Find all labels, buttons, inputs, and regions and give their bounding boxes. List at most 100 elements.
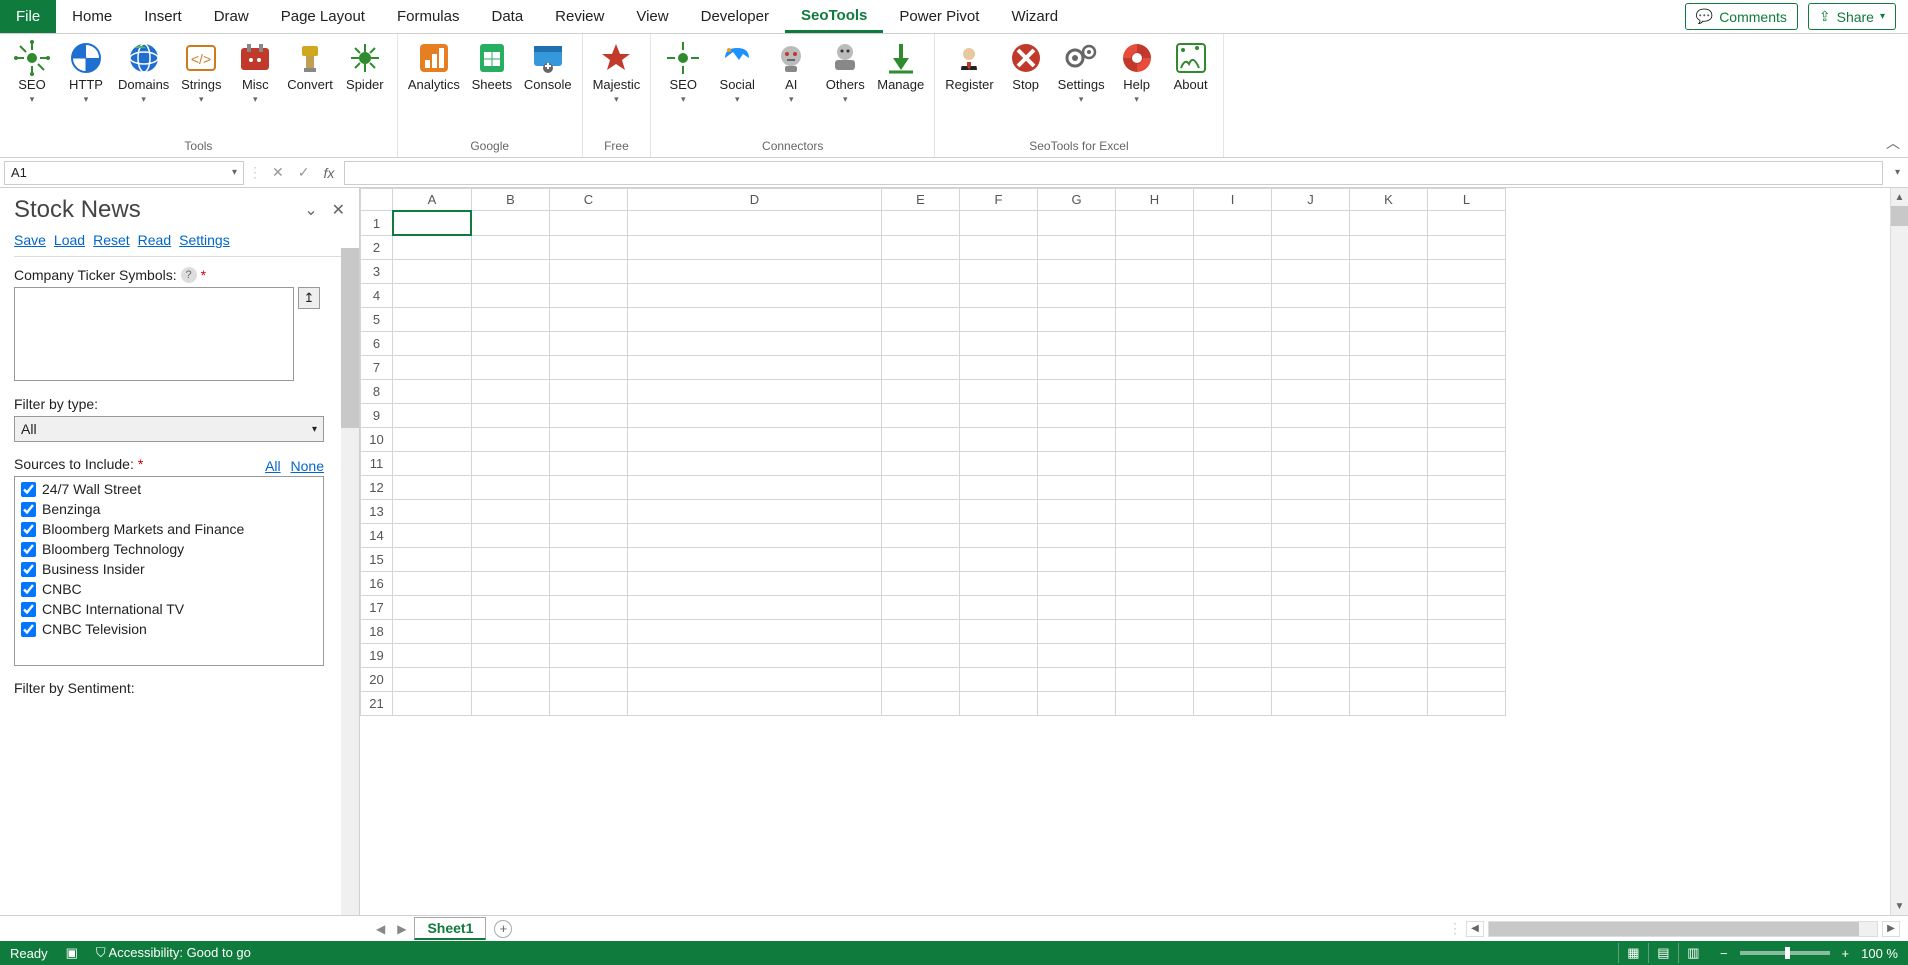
ribbon-settings[interactable]: Settings▾ [1056, 38, 1107, 107]
cell[interactable] [1272, 356, 1350, 380]
cell[interactable] [1194, 380, 1272, 404]
cell[interactable] [1116, 644, 1194, 668]
cell[interactable] [1194, 452, 1272, 476]
cell[interactable] [1272, 308, 1350, 332]
cell[interactable] [1272, 452, 1350, 476]
cell[interactable] [628, 380, 882, 404]
cell[interactable] [550, 284, 628, 308]
cell[interactable] [960, 284, 1038, 308]
cell[interactable] [1194, 668, 1272, 692]
source-item[interactable]: Bloomberg Technology [17, 539, 321, 559]
cell[interactable] [1038, 380, 1116, 404]
row-header[interactable]: 6 [361, 332, 393, 356]
ribbon-seo2[interactable]: SEO▾ [659, 38, 707, 107]
cell[interactable] [1428, 332, 1506, 356]
cell[interactable] [1038, 428, 1116, 452]
vscroll-thumb[interactable] [1891, 206, 1908, 226]
cell[interactable] [1272, 284, 1350, 308]
cell[interactable] [960, 524, 1038, 548]
cell[interactable] [1038, 692, 1116, 716]
cell[interactable] [393, 332, 472, 356]
cell[interactable] [1272, 524, 1350, 548]
ribbon-sheets[interactable]: Sheets [468, 38, 516, 106]
cell[interactable] [882, 308, 960, 332]
ribbon-about[interactable]: About [1167, 38, 1215, 107]
source-checkbox[interactable] [21, 542, 36, 557]
row-header[interactable]: 21 [361, 692, 393, 716]
tab-file[interactable]: File [0, 0, 56, 33]
cell[interactable] [550, 380, 628, 404]
cell[interactable] [960, 236, 1038, 260]
cell[interactable] [1116, 620, 1194, 644]
cell[interactable] [472, 548, 550, 572]
source-checkbox[interactable] [21, 602, 36, 617]
cell[interactable] [1350, 211, 1428, 236]
cell[interactable] [628, 524, 882, 548]
row-header[interactable]: 8 [361, 380, 393, 404]
cell[interactable] [882, 284, 960, 308]
cell[interactable] [393, 596, 472, 620]
cell[interactable] [1038, 452, 1116, 476]
cell[interactable] [550, 644, 628, 668]
column-header[interactable]: E [882, 189, 960, 211]
cell[interactable] [1038, 284, 1116, 308]
cell[interactable] [550, 692, 628, 716]
cell[interactable] [882, 260, 960, 284]
cell[interactable] [960, 596, 1038, 620]
source-item[interactable]: Benzinga [17, 499, 321, 519]
accept-icon[interactable]: ✓ [298, 164, 310, 181]
ribbon-strings[interactable]: </>Strings▾ [177, 38, 225, 107]
cell[interactable] [1272, 380, 1350, 404]
cell[interactable] [1038, 308, 1116, 332]
source-checkbox[interactable] [21, 582, 36, 597]
cell[interactable] [628, 284, 882, 308]
cell[interactable] [628, 236, 882, 260]
tab-page-layout[interactable]: Page Layout [265, 0, 381, 33]
cell[interactable] [393, 548, 472, 572]
cell[interactable] [1038, 548, 1116, 572]
row-header[interactable]: 10 [361, 428, 393, 452]
column-header[interactable]: B [472, 189, 550, 211]
cell[interactable] [882, 620, 960, 644]
cell[interactable] [1272, 572, 1350, 596]
cell[interactable] [1038, 476, 1116, 500]
ribbon-domains[interactable]: Domains▾ [116, 38, 171, 107]
tab-review[interactable]: Review [539, 0, 620, 33]
filter-type-select[interactable]: All ▾ [14, 416, 324, 442]
cell[interactable] [1194, 332, 1272, 356]
cell[interactable] [628, 620, 882, 644]
cell[interactable] [1194, 524, 1272, 548]
cell[interactable] [550, 452, 628, 476]
taskpane-close-icon[interactable]: ✕ [332, 200, 345, 220]
expand-formula-icon[interactable]: ▾ [1887, 167, 1908, 178]
cell[interactable] [1116, 476, 1194, 500]
accessibility-status[interactable]: ⛉ Accessibility: Good to go [96, 945, 251, 961]
column-header[interactable]: A [393, 189, 472, 211]
cell[interactable] [960, 332, 1038, 356]
cell[interactable] [472, 644, 550, 668]
cell[interactable] [1272, 548, 1350, 572]
cell[interactable] [1194, 428, 1272, 452]
cell[interactable] [1272, 500, 1350, 524]
ribbon-ai[interactable]: AI▾ [767, 38, 815, 107]
cell[interactable] [1428, 644, 1506, 668]
cell[interactable] [472, 332, 550, 356]
cell[interactable] [1428, 260, 1506, 284]
cell[interactable] [1038, 211, 1116, 236]
select-all-corner[interactable] [361, 189, 393, 211]
cell[interactable] [1116, 332, 1194, 356]
cell[interactable] [550, 500, 628, 524]
cell[interactable] [628, 332, 882, 356]
row-header[interactable]: 16 [361, 572, 393, 596]
cell[interactable] [393, 620, 472, 644]
chevron-down-icon[interactable]: ▾ [232, 167, 237, 178]
cell[interactable] [882, 668, 960, 692]
taskpane-scroll-thumb[interactable] [341, 248, 359, 428]
cell[interactable] [1272, 692, 1350, 716]
row-header[interactable]: 13 [361, 500, 393, 524]
cell[interactable] [472, 356, 550, 380]
source-checkbox[interactable] [21, 482, 36, 497]
cell[interactable] [550, 548, 628, 572]
sheet-tab[interactable]: Sheet1 [414, 917, 486, 940]
cell[interactable] [393, 476, 472, 500]
